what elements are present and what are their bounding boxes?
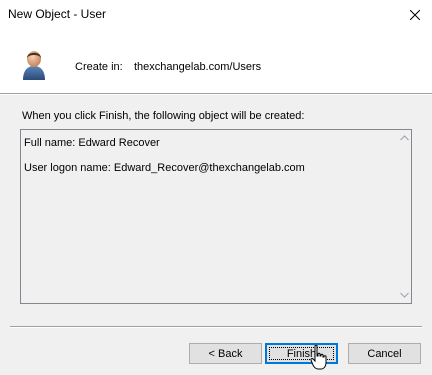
user-icon: [23, 51, 45, 80]
back-button[interactable]: < Back: [189, 343, 262, 364]
summary-textbox[interactable]: Full name: Edward Recover User logon nam…: [20, 129, 412, 304]
close-button[interactable]: [398, 0, 432, 29]
title-bar: New Object - User: [0, 0, 432, 29]
cancel-button[interactable]: Cancel: [348, 343, 421, 364]
window-title: New Object - User: [8, 7, 107, 21]
summary-full-name: Full name: Edward Recover: [24, 137, 160, 149]
summary-logon-name: User logon name: Edward_Recover@thexchan…: [24, 162, 305, 174]
scroll-down-arrow-icon[interactable]: [400, 292, 409, 298]
footer-divider: [10, 326, 422, 328]
close-icon: [410, 9, 420, 20]
header-divider: [0, 93, 432, 95]
create-in-path: thexchangelab.com/Users: [134, 61, 262, 73]
info-text: When you click Finish, the following obj…: [22, 110, 305, 122]
vertical-scrollbar[interactable]: [394, 130, 411, 303]
create-in-label: Create in:: [75, 61, 123, 73]
hand-pointer-cursor-icon: [310, 345, 327, 370]
header-panel: Create in: thexchangelab.com/Users: [0, 29, 432, 93]
scroll-up-arrow-icon[interactable]: [400, 135, 409, 141]
